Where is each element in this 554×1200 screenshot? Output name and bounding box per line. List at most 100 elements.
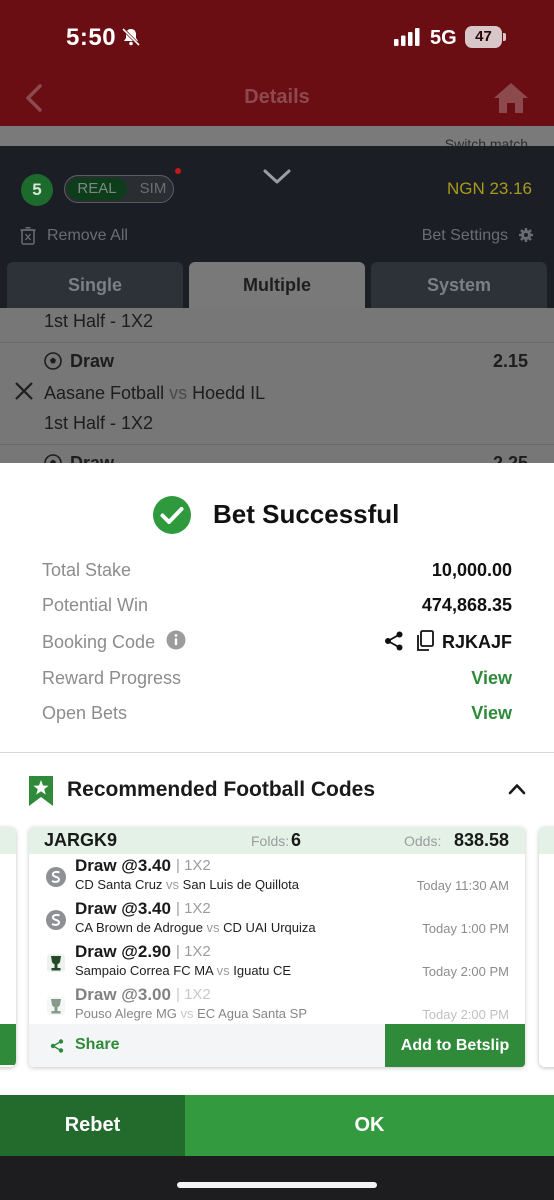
tab-single[interactable]: Single <box>7 262 183 308</box>
signal-icon <box>394 28 420 46</box>
reward-progress-view-link[interactable]: View <box>471 668 512 689</box>
potential-win-label: Potential Win <box>42 595 149 615</box>
mode-real-option[interactable]: REAL <box>67 178 127 200</box>
home-team: Sampaio Correa FC MA <box>75 963 213 978</box>
info-icon[interactable] <box>166 630 186 650</box>
status-time: 5:50 <box>66 24 117 51</box>
close-icon[interactable] <box>14 381 34 401</box>
share-icon[interactable] <box>384 631 404 651</box>
vs-label: vs <box>169 383 188 403</box>
list-item: Draw @3.40 | 1X2 CD Santa Cruz vs San Lu… <box>29 856 525 899</box>
away-team: San Luis de Quillota <box>182 877 300 892</box>
remove-all-button[interactable]: Remove All <box>47 227 128 245</box>
pick-selection: Draw @3.40 <box>75 856 171 875</box>
pick-market: | 1X2 <box>176 900 211 917</box>
home-team: Aasane Fotball <box>44 383 165 403</box>
pick-time: Today 11:30 AM <box>416 878 509 893</box>
check-circle-icon <box>153 496 191 534</box>
copy-icon[interactable] <box>415 630 435 652</box>
tab-multiple[interactable]: Multiple <box>189 262 365 308</box>
potential-win-value: 474,868.35 <box>421 595 512 615</box>
chevron-down-icon[interactable] <box>262 168 292 186</box>
open-bets-view-link[interactable]: View <box>471 703 512 724</box>
list-item: Draw @3.40 | 1X2 CA Brown de Adrogue vs … <box>29 899 525 942</box>
pick-time: Today 1:00 PM <box>422 921 509 936</box>
divider <box>0 752 554 753</box>
pick-market: | 1X2 <box>176 986 211 1003</box>
page-title: Details <box>244 86 310 108</box>
folds-value: 6 <box>291 830 302 850</box>
pick-market: | 1X2 <box>176 943 211 960</box>
mode-sim-option[interactable]: SIM <box>133 178 173 200</box>
code-id: JARGK9 <box>44 830 118 850</box>
trophy-league-icon <box>47 997 65 1015</box>
bookmark-star-icon <box>29 776 53 806</box>
notification-dot <box>175 168 181 174</box>
total-stake-value: 10,000.00 <box>431 560 512 580</box>
gear-icon[interactable] <box>519 228 533 242</box>
list-item: Draw @3.00 | 1X2 Pouso Alegre MG vs EC A… <box>29 985 525 1028</box>
vs-label: vs <box>216 963 230 978</box>
total-stake-label: Total Stake <box>42 560 132 580</box>
home-team: CD Santa Cruz <box>75 877 163 892</box>
soccer-league-icon <box>46 910 66 930</box>
code-card-footer: Share Add to Betslip <box>29 1024 525 1067</box>
bell-muted-icon <box>121 27 141 47</box>
home-indicator <box>177 1182 377 1188</box>
recommended-codes-title: Recommended Football Codes <box>67 778 376 801</box>
folds-label: Folds: <box>251 833 290 849</box>
switch-match-link[interactable]: Switch match <box>445 136 528 146</box>
chevron-up-icon[interactable] <box>508 782 526 796</box>
booking-code-card[interactable]: JARGK9 Folds: 6 Odds: 838.58 Draw @3.40 … <box>29 827 525 1067</box>
vs-label: vs <box>180 1006 194 1021</box>
soccer-ball-icon <box>44 352 62 370</box>
success-title: Bet Successful <box>213 499 400 529</box>
tab-system[interactable]: System <box>371 262 547 308</box>
home-icon[interactable] <box>492 80 530 116</box>
selection-odds: 2.15 <box>492 351 528 371</box>
pick-teams: CD Santa Cruz vs San Luis de Quillota <box>75 877 299 892</box>
pick-market: | 1X2 <box>176 857 211 874</box>
booking-code-value: RJKAJF <box>441 632 512 652</box>
pick-selection: Draw @3.00 <box>75 985 171 1004</box>
selection-pick: Draw <box>70 351 115 371</box>
away-team: EC Agua Santa SP <box>197 1006 307 1021</box>
rebet-button[interactable]: Rebet <box>0 1095 185 1156</box>
odds-value: 838.58 <box>453 830 509 850</box>
share-button[interactable]: Share <box>75 1036 119 1054</box>
home-team: Pouso Alegre MG <box>75 1006 177 1021</box>
app-header: Details <box>0 72 554 126</box>
bet-success-sheet: Bet Successful Total Stake 10,000.00 Pot… <box>0 463 554 1096</box>
pick-selection: Draw @2.90 <box>75 942 171 961</box>
home-team: CA Brown de Adrogue <box>75 920 203 935</box>
account-balance: NGN 23.16 <box>446 179 532 198</box>
network-type: 5G <box>430 27 457 49</box>
pick-selection: Draw @3.40 <box>75 899 171 918</box>
status-bar: 5:50 5G 47 <box>0 0 554 72</box>
pick-teams: CA Brown de Adrogue vs CD UAI Urquiza <box>75 920 316 935</box>
bet-settings-button[interactable]: Bet Settings <box>422 227 508 245</box>
booking-code-label: Booking Code <box>42 632 156 652</box>
next-code-card[interactable] <box>539 827 554 1067</box>
away-team: CD UAI Urquiza <box>223 920 316 935</box>
code-card-header: JARGK9 Folds: 6 Odds: 838.58 <box>29 827 525 854</box>
battery-icon: 47 <box>465 26 507 48</box>
odds-label: Odds: <box>404 833 442 849</box>
share-icon[interactable] <box>50 1039 64 1053</box>
pick-time: Today 2:00 PM <box>422 964 509 979</box>
real-sim-toggle[interactable]: REAL SIM <box>64 175 174 203</box>
trophy-league-icon <box>47 954 65 972</box>
battery-level: 47 <box>465 26 502 48</box>
ok-button[interactable]: OK <box>185 1095 554 1156</box>
add-to-betslip-button[interactable]: Add to Betslip <box>385 1024 525 1067</box>
selection-market: 1st Half - 1X2 <box>44 311 154 331</box>
trash-icon[interactable] <box>20 227 36 245</box>
selection-count-badge: 5 <box>21 174 53 206</box>
vs-label: vs <box>166 877 180 892</box>
list-item: Draw @2.90 | 1X2 Sampaio Correa FC MA vs… <box>29 942 525 985</box>
prev-code-card[interactable] <box>0 827 16 1067</box>
selection-match: Aasane Fotball vs Hoedd IL <box>44 383 265 404</box>
reward-progress-label: Reward Progress <box>42 668 182 688</box>
away-team: Iguatu CE <box>233 963 292 978</box>
selection-list: 1st Half - 1X2 Draw 2.15 Aasane Fotball … <box>0 308 554 464</box>
